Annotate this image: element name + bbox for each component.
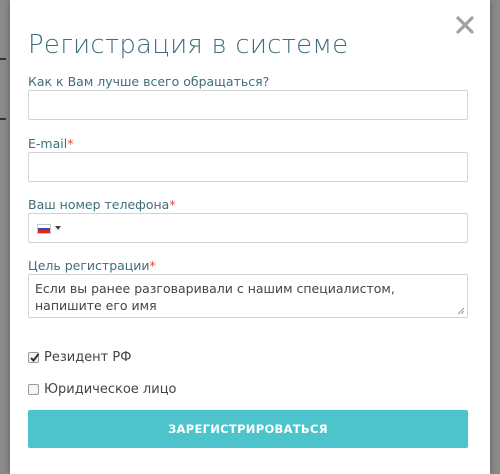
purpose-placeholder: Если вы ранее разговаривали с нашим спец… [35, 281, 395, 313]
phone-field[interactable] [28, 213, 468, 243]
legal-entity-checkbox-row[interactable]: Юридическое лицо [28, 382, 177, 397]
close-icon[interactable] [454, 14, 476, 36]
phone-label-text: Ваш номер телефона [28, 197, 170, 212]
required-mark: * [169, 197, 176, 212]
email-label-text: E-mail [28, 136, 68, 151]
legal-entity-checkbox[interactable] [28, 384, 39, 395]
legal-entity-label: Юридическое лицо [44, 382, 177, 397]
resident-checkbox[interactable] [28, 352, 40, 363]
purpose-textarea[interactable]: Если вы ранее разговаривали с нашим спец… [28, 274, 468, 318]
backdrop-fragment [0, 58, 6, 60]
required-mark: * [149, 258, 156, 273]
resident-checkbox-row[interactable]: Резидент РФ [28, 350, 131, 365]
email-field[interactable] [28, 152, 468, 182]
russia-flag-icon[interactable] [37, 224, 51, 234]
backdrop-fragment [0, 118, 6, 120]
email-label: E-mail* [28, 136, 73, 151]
country-dropdown-caret-icon[interactable] [55, 226, 61, 230]
registration-modal: Регистрация в системе Как к Вам лучше вс… [10, 0, 490, 474]
modal-title: Регистрация в системе [28, 30, 349, 60]
register-button[interactable]: ЗАРЕГИСТРИРОВАТЬСЯ [28, 410, 468, 448]
phone-label: Ваш номер телефона* [28, 197, 176, 212]
name-label: Как к Вам лучше всего обращаться? [28, 74, 270, 89]
resident-label: Резидент РФ [44, 350, 132, 365]
required-mark: * [67, 136, 74, 151]
name-field[interactable] [28, 90, 468, 120]
checkmark-icon [30, 353, 40, 363]
resize-grip-icon[interactable] [457, 307, 465, 315]
purpose-label: Цель регистрации* [28, 258, 156, 273]
purpose-label-text: Цель регистрации [28, 258, 150, 273]
close-button[interactable] [454, 14, 476, 36]
